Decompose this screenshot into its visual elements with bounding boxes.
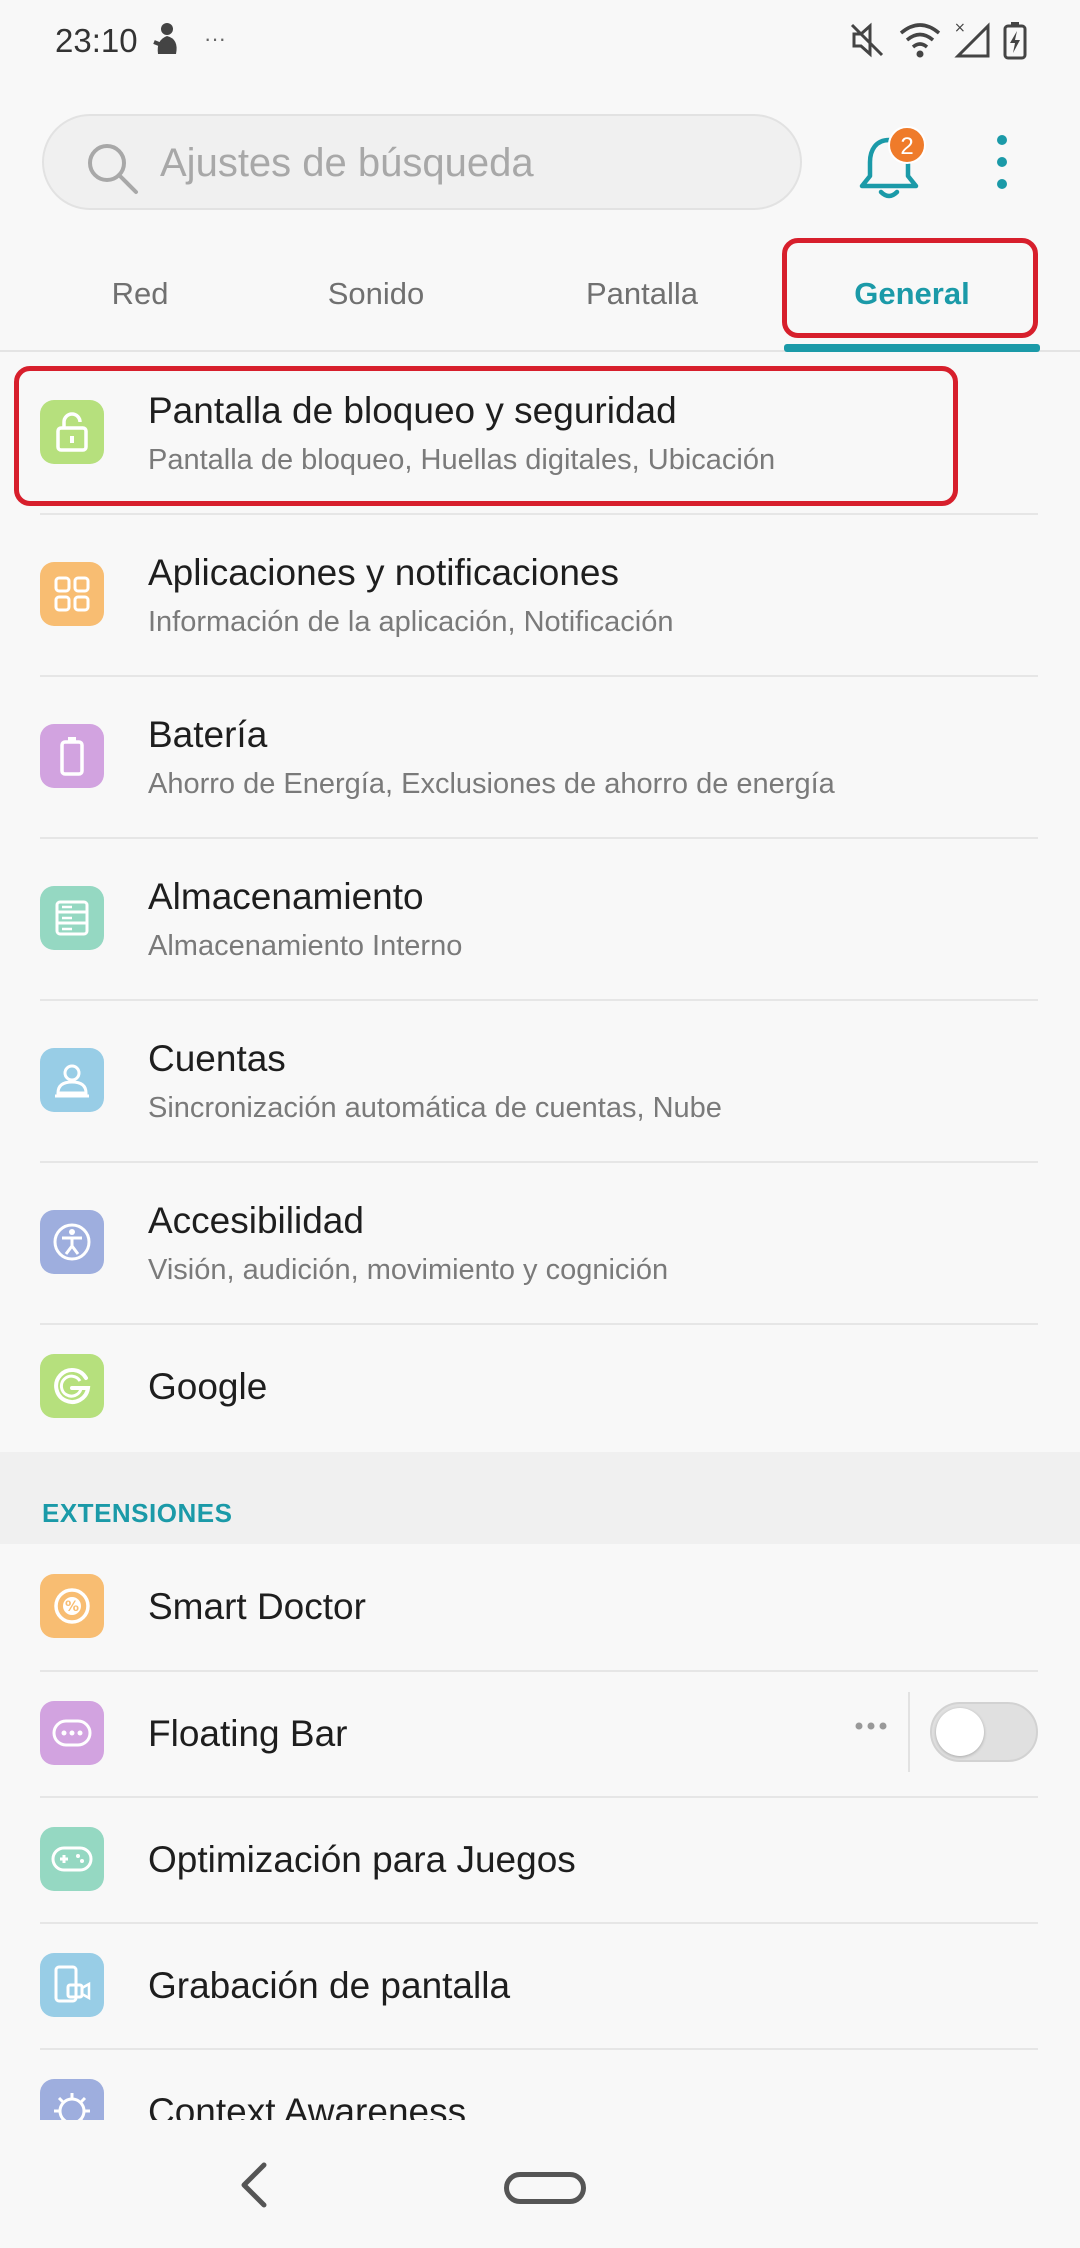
tab-general-highlight-box bbox=[782, 238, 1038, 338]
context-awareness-icon bbox=[40, 2079, 104, 2120]
navigation-bar bbox=[0, 2120, 1080, 2248]
setting-subtitle: Visión, audición, movimiento y cognición bbox=[148, 1254, 669, 1286]
toggle-knob bbox=[936, 1708, 984, 1756]
setting-title: Accesibilidad bbox=[148, 1200, 364, 1241]
battery-charging-icon bbox=[1003, 22, 1027, 60]
floating-bar-icon bbox=[40, 1701, 104, 1765]
status-left-icons: ··· bbox=[152, 22, 226, 56]
setting-storage[interactable]: Almacenamiento Almacenamiento Interno bbox=[0, 838, 1080, 1000]
cellular-no-signal-icon: × bbox=[954, 20, 990, 58]
search-icon bbox=[88, 144, 138, 194]
extension-title: Smart Doctor bbox=[148, 1586, 366, 1627]
status-right-icons: × bbox=[848, 20, 1028, 60]
apps-grid-icon bbox=[40, 562, 104, 626]
search-bar[interactable] bbox=[42, 114, 802, 210]
extension-context-awareness[interactable]: Context Awareness bbox=[0, 2049, 1080, 2120]
wifi-icon bbox=[899, 23, 941, 58]
setting-subtitle: Información de la aplicación, Notificaci… bbox=[148, 606, 674, 638]
home-button[interactable] bbox=[504, 2172, 586, 2204]
mute-icon bbox=[850, 22, 884, 58]
tab-pantalla[interactable]: Pantalla bbox=[562, 276, 722, 312]
setting-title: Google bbox=[148, 1366, 268, 1407]
setting-subtitle: Ahorro de Energía, Exclusiones de ahorro… bbox=[148, 768, 835, 800]
svg-text:×: × bbox=[954, 20, 966, 36]
extension-smart-doctor[interactable]: % Smart Doctor bbox=[0, 1544, 1080, 1670]
extension-title: Floating Bar bbox=[148, 1713, 348, 1754]
setting-battery[interactable]: Batería Ahorro de Energía, Exclusiones d… bbox=[0, 676, 1080, 838]
lock-screen-highlight-box bbox=[14, 366, 958, 506]
section-label-extensions: EXTENSIONES bbox=[42, 1498, 233, 1528]
extension-game-optimization[interactable]: Optimización para Juegos bbox=[0, 1797, 1080, 1923]
setting-accounts[interactable]: Cuentas Sincronización automática de cue… bbox=[0, 1000, 1080, 1162]
setting-accessibility[interactable]: Accesibilidad Visión, audición, movimien… bbox=[0, 1162, 1080, 1324]
more-options-button[interactable] bbox=[980, 130, 1024, 194]
account-icon bbox=[40, 1048, 104, 1112]
smart-doctor-icon: % bbox=[40, 1574, 104, 1638]
more-vertical-icon bbox=[997, 135, 1007, 189]
status-bar: 23:10 ··· × bbox=[0, 0, 1080, 88]
setting-title: Batería bbox=[148, 714, 268, 755]
setting-subtitle: Almacenamiento Interno bbox=[148, 930, 463, 962]
setting-title: Aplicaciones y notificaciones bbox=[148, 552, 619, 593]
search-input[interactable] bbox=[160, 138, 780, 188]
extension-title: Grabación de pantalla bbox=[148, 1965, 511, 2006]
extension-floating-bar[interactable]: Floating Bar bbox=[0, 1671, 1080, 1797]
more-notifications-indicator: ··· bbox=[204, 26, 226, 51]
extension-title: Optimización para Juegos bbox=[148, 1839, 576, 1880]
game-controller-icon bbox=[40, 1827, 104, 1891]
floating-bar-more-icon[interactable] bbox=[854, 1720, 888, 1732]
notifications-button[interactable]: 2 bbox=[852, 124, 932, 204]
notification-app-icon bbox=[153, 23, 177, 54]
extension-screen-recording[interactable]: Grabación de pantalla bbox=[0, 1923, 1080, 2049]
toggle-separator bbox=[908, 1692, 910, 1772]
active-tab-indicator bbox=[784, 344, 1040, 352]
status-time: 23:10 bbox=[55, 22, 138, 59]
setting-subtitle: Sincronización automática de cuentas, Nu… bbox=[148, 1092, 722, 1124]
accessibility-icon bbox=[40, 1210, 104, 1274]
setting-google[interactable]: Google bbox=[0, 1324, 1080, 1452]
google-icon bbox=[40, 1354, 104, 1418]
tab-sonido[interactable]: Sonido bbox=[296, 276, 456, 312]
setting-title: Almacenamiento bbox=[148, 876, 424, 917]
screen-record-icon bbox=[40, 1953, 104, 2017]
back-icon[interactable] bbox=[236, 2160, 272, 2210]
battery-icon bbox=[40, 724, 104, 788]
setting-apps-notifications[interactable]: Aplicaciones y notificaciones Informació… bbox=[0, 514, 1080, 676]
storage-icon bbox=[40, 886, 104, 950]
extension-title: Context Awareness bbox=[148, 2091, 467, 2120]
tab-red[interactable]: Red bbox=[70, 276, 210, 312]
notification-badge: 2 bbox=[888, 126, 926, 164]
floating-bar-toggle[interactable] bbox=[930, 1702, 1038, 1762]
setting-title: Cuentas bbox=[148, 1038, 286, 1079]
svg-text:%: % bbox=[65, 1599, 79, 1615]
